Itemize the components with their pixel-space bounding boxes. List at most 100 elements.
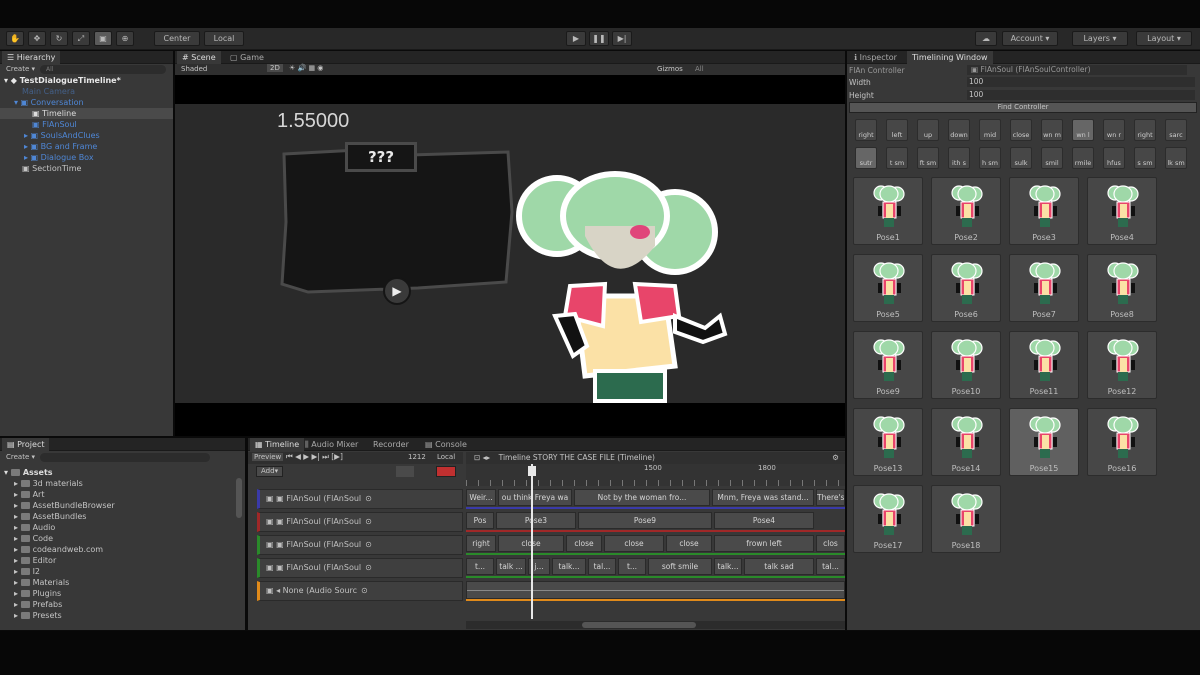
tab-inspector[interactable]: ℹ Inspector xyxy=(849,51,902,64)
track-target-icon[interactable]: ⊙ xyxy=(365,563,372,572)
project-folder[interactable]: ▸ AssetBundles xyxy=(14,511,86,522)
hierarchy-item-sectiontime[interactable]: ▣ SectionTime xyxy=(22,163,81,174)
pose-thumbnail[interactable]: Pose8 xyxy=(1087,254,1157,322)
frame-counter[interactable]: 1212 xyxy=(408,453,426,461)
pose-thumbnail[interactable]: Pose12 xyxy=(1087,331,1157,399)
track-header[interactable]: ▣ ▣ FlAnSoul (FlAnSoul ⊙ xyxy=(257,512,463,532)
track-header[interactable]: ▣ ▣ FlAnSoul (FlAnSoul ⊙ xyxy=(257,535,463,555)
transport-icons[interactable]: ⏮ ◀ ▶ ▶| ⏭ [▶] xyxy=(286,452,343,462)
tab-recorder[interactable]: Recorder xyxy=(368,438,414,451)
timeline-clip[interactable]: close xyxy=(566,535,602,552)
tab-console[interactable]: ▤ Console xyxy=(420,438,472,451)
timeline-ruler[interactable]: 1500 1800 xyxy=(466,464,845,486)
preview-toggle[interactable]: Preview xyxy=(252,453,284,461)
rect-tool-icon[interactable]: ▣ xyxy=(94,31,112,46)
pose-thumbnail[interactable]: Pose17 xyxy=(853,485,923,553)
scene-root[interactable]: ▾ ◆ TestDialogueTimeline* xyxy=(4,75,121,86)
pose-thumbnail[interactable]: Pose1 xyxy=(853,177,923,245)
expression-button[interactable]: ith s xyxy=(948,147,970,169)
timeline-clip[interactable]: Pos xyxy=(466,512,494,529)
hierarchy-item-souls[interactable]: ▸ ▣ SoulsAndClues xyxy=(24,130,100,141)
track-target-icon[interactable]: ⊙ xyxy=(361,586,368,595)
timeline-clip[interactable]: Weir... xyxy=(466,489,496,506)
hierarchy-item-timeline[interactable]: ▣ Timeline xyxy=(32,108,76,119)
hierarchy-item-flansoul[interactable]: ▣ FlAnSoul xyxy=(32,119,77,130)
playhead-handle[interactable] xyxy=(528,466,536,476)
timeline-clip[interactable]: talk sad xyxy=(744,558,814,575)
hand-tool-icon[interactable]: ✋ xyxy=(6,31,24,46)
expression-button[interactable]: wn r xyxy=(1103,119,1125,141)
timeline-clip[interactable]: soft smile xyxy=(648,558,712,575)
tab-game[interactable]: ▢ Game xyxy=(225,51,269,64)
tab-timeline[interactable]: ▦ Timeline xyxy=(250,438,305,451)
pose-thumbnail[interactable]: Pose18 xyxy=(931,485,1001,553)
audio-clip[interactable] xyxy=(466,581,845,599)
project-folder[interactable]: ▸ Plugins xyxy=(14,588,61,599)
project-folder[interactable]: ▸ I2 xyxy=(14,566,40,577)
pose-thumbnail[interactable]: Pose7 xyxy=(1009,254,1079,322)
expression-button[interactable]: right xyxy=(1134,119,1156,141)
expression-button[interactable]: down xyxy=(948,119,970,141)
hierarchy-item-camera[interactable]: Main Camera xyxy=(22,86,75,97)
expression-button[interactable]: rmile xyxy=(1072,147,1094,169)
pose-thumbnail[interactable]: Pose5 xyxy=(853,254,923,322)
pose-thumbnail[interactable]: Pose14 xyxy=(931,408,1001,476)
pose-thumbnail[interactable]: Pose10 xyxy=(931,331,1001,399)
lighting-icon[interactable]: ☀ 🔊 ▦ ◉ xyxy=(289,64,323,72)
hierarchy-item-dialogue[interactable]: ▸ ▣ Dialogue Box xyxy=(24,152,94,163)
timeline-clip[interactable]: Pose4 xyxy=(714,512,814,529)
pause-icon[interactable]: ❚❚ xyxy=(589,31,609,46)
expression-button[interactable]: wn m xyxy=(1041,119,1063,141)
project-folder[interactable]: ▸ Code xyxy=(14,533,53,544)
project-folder[interactable]: ▸ Prefabs xyxy=(14,599,62,610)
expression-button[interactable]: ft sm xyxy=(917,147,939,169)
find-controller-button[interactable]: Find Controller xyxy=(849,102,1197,113)
timeline-clip[interactable]: talk ... xyxy=(496,558,526,575)
timeline-clip[interactable]: tal... xyxy=(816,558,845,575)
expression-button[interactable]: up xyxy=(917,119,939,141)
expression-button[interactable]: smil xyxy=(1041,147,1063,169)
tab-timelining-window[interactable]: Timelining Window xyxy=(907,51,993,64)
project-search-input[interactable] xyxy=(40,453,210,462)
hierarchy-item-bg[interactable]: ▸ ▣ BG and Frame xyxy=(24,141,97,152)
timeline-clip[interactable]: Pose9 xyxy=(578,512,712,529)
timeline-hscroll-thumb[interactable] xyxy=(582,622,696,628)
track-header[interactable]: ▣ ◂ None (Audio Sourc ⊙ xyxy=(257,581,463,601)
pose-thumbnail[interactable]: Pose4 xyxy=(1087,177,1157,245)
gizmos-dropdown[interactable]: Gizmos xyxy=(657,65,683,73)
hierarchy-search-input[interactable]: All xyxy=(40,65,166,74)
timeline-clip[interactable]: t... xyxy=(618,558,646,575)
width-field[interactable]: 100 xyxy=(967,77,1195,87)
expression-button[interactable]: left xyxy=(886,119,908,141)
pose-thumbnail[interactable]: Pose13 xyxy=(853,408,923,476)
expression-button[interactable]: sutr xyxy=(855,147,877,169)
expression-button[interactable]: t sm xyxy=(886,147,908,169)
timeline-clip[interactable]: Not by the woman fro... xyxy=(574,489,710,506)
step-icon[interactable]: ▶| xyxy=(612,31,632,46)
tab-project[interactable]: ▤ Project xyxy=(2,438,50,451)
project-folder[interactable]: ▸ Editor xyxy=(14,555,56,566)
expression-button[interactable]: s sm xyxy=(1134,147,1156,169)
timeline-clip[interactable]: Mnm, Freya was stand... xyxy=(712,489,814,506)
height-field[interactable]: 100 xyxy=(967,90,1195,100)
playhead[interactable] xyxy=(531,464,533,619)
timeline-clip[interactable]: right xyxy=(466,535,496,552)
expression-button[interactable]: wn l xyxy=(1072,119,1094,141)
project-folder[interactable]: ▸ 3d materials xyxy=(14,478,83,489)
scale-tool-icon[interactable]: ⤢ xyxy=(72,31,90,46)
expression-button[interactable]: h sm xyxy=(979,147,1001,169)
timeline-clip[interactable]: Pose3 xyxy=(496,512,576,529)
project-folder[interactable]: ▸ Audio xyxy=(14,522,55,533)
transform-tool-icon[interactable]: ⊕ xyxy=(116,31,134,46)
expression-button[interactable]: right xyxy=(855,119,877,141)
layout-dropdown[interactable]: Layout ▾ xyxy=(1136,31,1192,46)
curve-icon[interactable] xyxy=(396,466,414,477)
add-track-button[interactable]: Add▾ xyxy=(256,466,284,477)
track-header[interactable]: ▣ ▣ FlAnSoul (FlAnSoul ⊙ xyxy=(257,558,463,578)
timeline-clip[interactable]: frown left xyxy=(714,535,814,552)
hierarchy-create-button[interactable]: Create ▾ xyxy=(6,65,35,73)
tab-audio-mixer[interactable]: ⫼ Audio Mixer xyxy=(300,438,363,451)
pose-thumbnail[interactable]: Pose15 xyxy=(1009,408,1079,476)
project-folder[interactable]: ▸ Art xyxy=(14,489,44,500)
project-folder[interactable]: ▸ Materials xyxy=(14,577,69,588)
